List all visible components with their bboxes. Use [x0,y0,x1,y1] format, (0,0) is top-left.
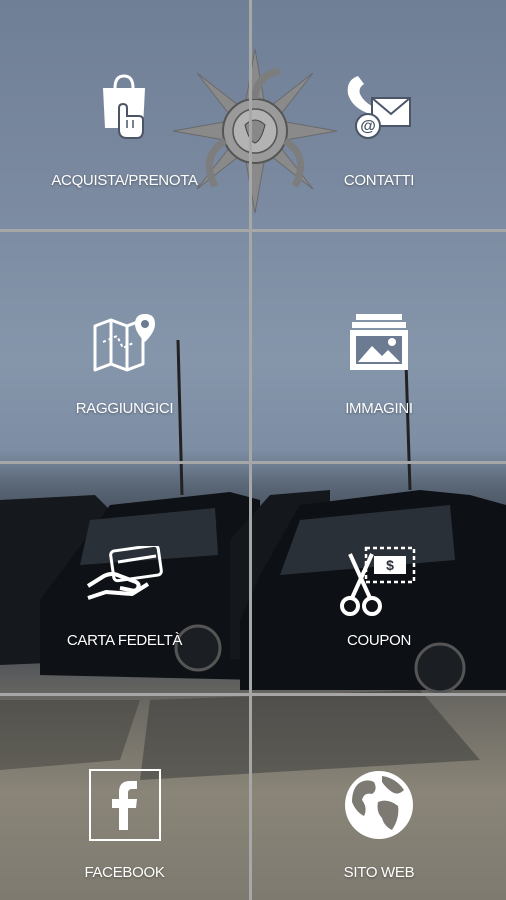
loyalty-card-icon [86,546,163,600]
tile-label: SITO WEB [343,864,415,881]
facebook-icon [88,769,161,841]
tile-sito-web[interactable]: SITO WEB [252,696,506,900]
svg-text:$: $ [386,557,394,573]
tile-coupon[interactable]: $ COUPON [252,464,506,696]
app-screen: ACQUISTA/PRENOTA @ CONTATTI RAGGIUNGICI … [0,0,506,900]
map-pin-icon [93,314,155,372]
tile-label: IMMAGINI [345,400,413,417]
svg-text:@: @ [360,118,376,135]
tile-label: RAGGIUNGICI [75,400,174,417]
globe-icon [345,771,413,839]
tile-immagini[interactable]: IMMAGINI [252,232,506,464]
shopping-bag-hand-icon [102,74,145,139]
tile-label: ACQUISTA/PRENOTA [51,172,198,189]
image-stack-icon [350,314,408,370]
tile-label: COUPON [346,632,412,649]
tile-label: FACEBOOK [84,864,165,881]
tile-raggiungici[interactable]: RAGGIUNGICI [0,232,252,464]
tile-carta-fedelta[interactable]: CARTA FEDELTÀ [0,464,252,696]
tile-acquista-prenota[interactable]: ACQUISTA/PRENOTA [0,0,252,232]
tile-facebook[interactable]: FACEBOOK [0,696,252,900]
phone-mail-icon: @ [347,76,411,139]
menu-grid: ACQUISTA/PRENOTA @ CONTATTI RAGGIUNGICI … [0,0,506,900]
coupon-scissors-icon: $ [340,546,416,616]
tile-contatti[interactable]: @ CONTATTI [252,0,506,232]
tile-label: CONTATTI [343,172,415,189]
tile-label: CARTA FEDELTÀ [66,632,183,649]
